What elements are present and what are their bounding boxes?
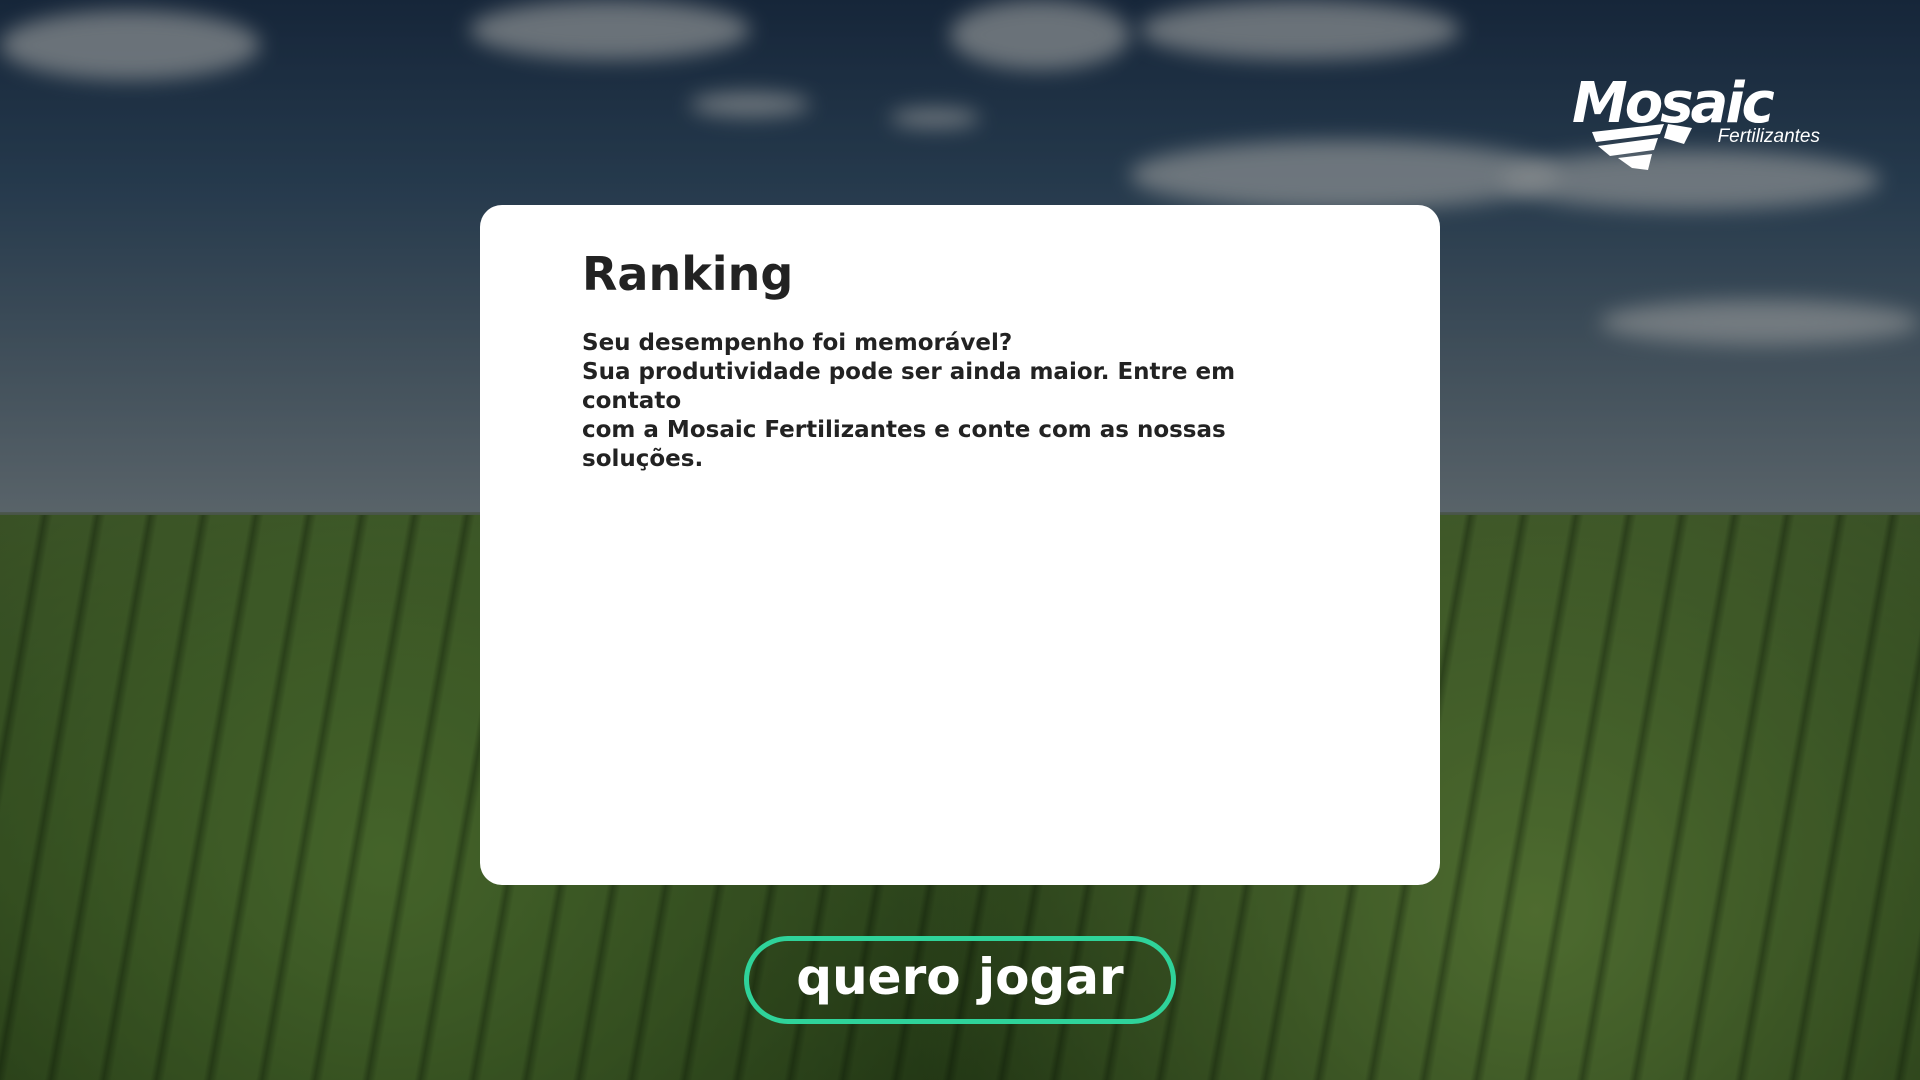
ranking-title: Ranking xyxy=(582,247,794,301)
logo-field-icon xyxy=(1592,124,1692,170)
ranking-card: Ranking Seu desempenho foi memorável? Su… xyxy=(480,205,1440,885)
ranking-message-line: Sua produtividade pode ser ainda maior. … xyxy=(582,359,1236,414)
ranking-message-line: Seu desempenho foi memorável? xyxy=(582,330,1013,356)
mosaic-logo: Mosaic Fertilizantes xyxy=(1572,72,1822,172)
ranking-message: Seu desempenho foi memorável? Sua produt… xyxy=(582,329,1338,474)
ranking-message-line: com a Mosaic Fertilizantes e conte com a… xyxy=(582,417,1226,472)
game-screen: Mosaic Fertilizantes Ranking Seu desempe… xyxy=(0,0,1920,1080)
play-button[interactable]: quero jogar xyxy=(744,936,1176,1024)
logo-subtitle: Fertilizantes xyxy=(1717,126,1820,147)
